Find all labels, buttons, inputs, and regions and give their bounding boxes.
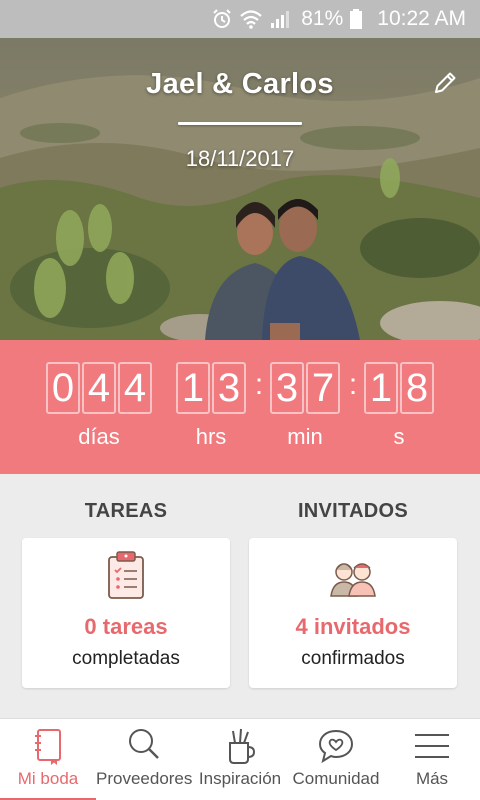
hero-photo: Jael & Carlos 18/11/2017 — [0, 38, 480, 340]
search-icon — [96, 727, 192, 765]
countdown: 0 4 4 1 3 : 3 7 : 1 8 días hrs min s — [0, 340, 480, 474]
nav-label: Mi boda — [17, 769, 79, 788]
couple-names: Jael & Carlos — [146, 68, 334, 100]
seconds-label: s — [393, 424, 405, 449]
guests-heading: INVITADOS — [297, 500, 409, 522]
days-digit: 4 — [82, 362, 116, 414]
guests-count: 4 invitados — [295, 614, 411, 639]
minutes-digit: 7 — [306, 362, 340, 414]
seconds-digit: 1 — [364, 362, 398, 414]
clock: 10:22 AM — [377, 7, 466, 30]
minutes-digit: 3 — [270, 362, 304, 414]
battery-level: 81% — [301, 7, 344, 30]
colon-separator: : — [348, 368, 358, 401]
menu-icon — [384, 727, 480, 765]
guests-icon — [249, 550, 457, 600]
hours-digit: 1 — [176, 362, 210, 414]
tasks-caption: completadas — [72, 648, 180, 669]
colon-separator: : — [254, 368, 264, 401]
tasks-heading: TAREAS — [84, 500, 168, 522]
clipboard-icon — [22, 550, 230, 600]
nav-item-inspiracion[interactable]: Inspiración — [192, 719, 288, 800]
nav-label: Inspiración — [198, 769, 282, 788]
notebook-icon — [0, 727, 96, 765]
status-bar: 81% 10:22 AM — [0, 0, 480, 38]
wedding-date: 18/11/2017 — [185, 146, 295, 171]
pencil-icon — [435, 72, 456, 93]
edit-button[interactable] — [430, 68, 460, 98]
nav-label: Proveedores — [96, 769, 193, 788]
nav-item-mas[interactable]: Más — [384, 719, 480, 800]
days-label: días — [78, 424, 120, 449]
title-divider — [178, 122, 302, 125]
chat-heart-icon — [288, 727, 384, 765]
nav-item-mi-boda[interactable]: Mi boda — [0, 719, 96, 800]
nav-label: Más — [415, 769, 449, 788]
guests-card[interactable]: 4 invitados confirmados — [249, 538, 457, 688]
battery-icon — [349, 8, 363, 30]
alarm-icon — [211, 8, 233, 30]
nav-item-proveedores[interactable]: Proveedores — [96, 719, 192, 800]
hours-digit: 3 — [212, 362, 246, 414]
nav-label: Comunidad — [292, 769, 380, 788]
days-digit: 4 — [118, 362, 152, 414]
seconds-digit: 8 — [400, 362, 434, 414]
tasks-card[interactable]: 0 tareas completadas — [22, 538, 230, 688]
minutes-label: min — [287, 424, 323, 449]
wifi-icon — [239, 8, 263, 30]
nav-item-comunidad[interactable]: Comunidad — [288, 719, 384, 800]
tasks-count: 0 tareas — [84, 614, 168, 639]
days-digit: 0 — [46, 362, 80, 414]
signal-icon — [269, 8, 291, 30]
guests-caption: confirmados — [301, 648, 405, 669]
hours-label: hrs — [195, 424, 227, 449]
bottom-nav: Mi boda Proveedores Inspiración Comunida… — [0, 718, 480, 800]
inspiration-icon — [192, 727, 288, 765]
